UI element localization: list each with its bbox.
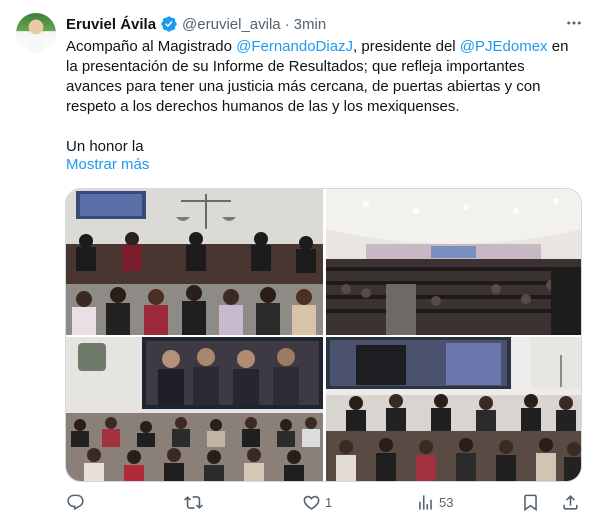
media-grid <box>65 188 582 482</box>
like-count: 1 <box>325 494 333 510</box>
mention-link[interactable]: @PJEdomex <box>460 38 548 55</box>
bookmark-button[interactable] <box>521 490 540 514</box>
tweet-paragraph-1: Acompaño al Magistrado @FernandoDiazJ, p… <box>66 37 581 117</box>
reply-button[interactable] <box>66 490 89 514</box>
mention-link[interactable]: @FernandoDiazJ <box>236 38 353 55</box>
tweet-timestamp[interactable]: 3min <box>294 16 327 33</box>
like-icon <box>303 495 320 510</box>
author-handle[interactable]: @eruviel_avila <box>182 16 281 33</box>
tweet-card[interactable]: Eruviel Ávila @eruviel_avila · 3min Acom… <box>0 0 603 525</box>
views-count: 53 <box>439 494 454 510</box>
views-icon <box>419 494 432 510</box>
retweet-icon <box>184 495 203 509</box>
more-icon[interactable] <box>563 12 585 34</box>
retweet-button[interactable] <box>184 490 207 514</box>
tweet-actions: 1 53 <box>58 490 588 514</box>
text-segment: Acompaño al Magistrado <box>66 38 237 55</box>
bookmark-icon <box>524 494 537 511</box>
reply-icon <box>67 494 84 510</box>
views-button[interactable]: 53 <box>416 490 453 514</box>
media-photo[interactable] <box>66 189 323 335</box>
share-button[interactable] <box>561 490 580 514</box>
separator-dot: · <box>284 15 290 33</box>
verified-badge-icon <box>161 16 177 32</box>
like-button[interactable]: 1 <box>302 490 332 514</box>
tweet-paragraph-2: Un honor la <box>66 138 144 155</box>
show-more-link[interactable]: Mostrar más <box>66 156 149 173</box>
media-photo[interactable] <box>66 337 323 481</box>
text-segment: , presidente del <box>353 38 460 55</box>
author-name[interactable]: Eruviel Ávila <box>66 16 156 33</box>
share-icon <box>563 494 578 510</box>
tweet-header: Eruviel Ávila @eruviel_avila · 3min <box>66 14 326 34</box>
media-photo[interactable] <box>326 337 581 481</box>
tweet-text: Acompaño al Magistrado @FernandoDiazJ, p… <box>66 37 581 157</box>
media-photo[interactable] <box>326 189 581 335</box>
avatar[interactable] <box>16 13 56 53</box>
